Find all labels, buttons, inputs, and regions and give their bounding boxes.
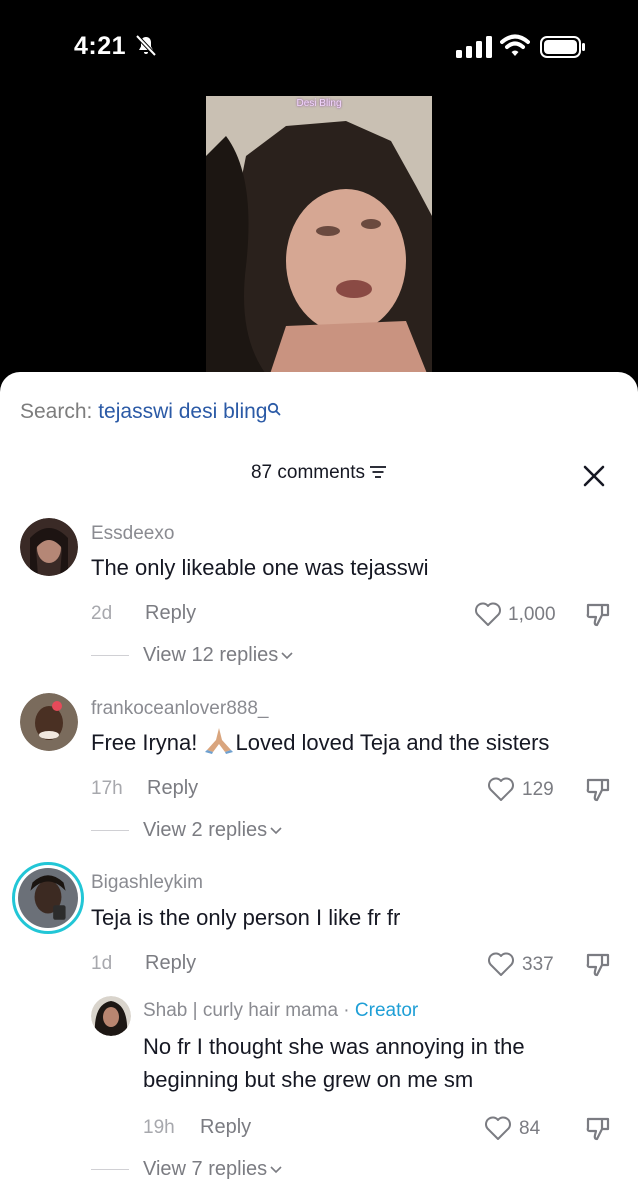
- avatar-image: [20, 518, 78, 576]
- comment-age: 1d: [91, 953, 113, 974]
- divider-line: [91, 655, 129, 657]
- video-player[interactable]: Desi Bling: [206, 96, 432, 386]
- sort-filter-icon[interactable]: [369, 465, 387, 479]
- comments-count-row: 87 comments: [0, 462, 638, 484]
- close-icon[interactable]: [582, 464, 606, 488]
- comment-age: 17h: [91, 778, 123, 799]
- comment-text: Teja is the only person I like fr fr: [91, 905, 401, 930]
- chevron-down-icon: [281, 652, 293, 659]
- view-replies-label: View 12 replies: [143, 644, 279, 666]
- search-query[interactable]: tejasswi desi bling: [98, 400, 267, 423]
- dislike-icon[interactable]: [584, 775, 612, 803]
- reply-username[interactable]: Shab | curly hair mama: [143, 1000, 338, 1021]
- avatar[interactable]: [91, 996, 131, 1036]
- search-suggestion[interactable]: Search: tejasswi desi bling: [20, 400, 281, 424]
- status-time: 4:21: [74, 32, 127, 60]
- reply-button[interactable]: Reply: [145, 952, 196, 975]
- avatar-image: [91, 996, 131, 1036]
- reply-button[interactable]: Reply: [147, 777, 198, 800]
- separator-dot: ·: [338, 1000, 355, 1021]
- comment-age: 2d: [91, 603, 113, 624]
- creator-badge: Creator: [354, 1000, 419, 1021]
- view-replies-link[interactable]: View 7 replies: [91, 1158, 282, 1181]
- video-caption: Desi Bling: [296, 98, 342, 109]
- comment-text-part: Free Iryna!: [91, 730, 204, 755]
- comments-count: 87 comments: [250, 462, 366, 483]
- comment-username[interactable]: frankoceanlover888_: [91, 698, 268, 720]
- avatar-image: [20, 693, 78, 751]
- reply-age: 19h: [143, 1117, 175, 1138]
- comment-text-part: Loved loved Teja and the sisters: [235, 730, 550, 755]
- avatar[interactable]: [20, 518, 78, 576]
- wifi-icon: [500, 34, 530, 56]
- comments-sheet: Search: tejasswi desi bling 87 comments …: [0, 372, 638, 1200]
- chevron-down-icon: [270, 827, 282, 834]
- dislike-icon[interactable]: [584, 600, 612, 628]
- view-replies-label: View 2 replies: [143, 819, 268, 841]
- view-replies-label: View 7 replies: [143, 1158, 268, 1180]
- status-bar: 4:21: [0, 0, 638, 96]
- avatar-image: [18, 868, 78, 928]
- cellular-signal-icon: [456, 36, 492, 58]
- search-icon: [268, 402, 281, 416]
- comment-text: Free Iryna! Loved loved Teja and the sis…: [91, 726, 549, 759]
- comment-text: The only likeable one was tejasswi: [91, 555, 429, 580]
- like-count: 337: [522, 954, 554, 975]
- heart-icon[interactable]: [484, 1115, 512, 1141]
- comment-username[interactable]: Bigashleykim: [91, 872, 203, 894]
- dislike-icon[interactable]: [584, 1114, 612, 1142]
- video-frame: [206, 96, 432, 386]
- bell-muted-icon: [135, 34, 157, 57]
- heart-icon[interactable]: [474, 601, 502, 627]
- view-replies-link[interactable]: View 12 replies: [91, 644, 293, 667]
- reply-button[interactable]: Reply: [200, 1116, 251, 1139]
- view-replies-link[interactable]: View 2 replies: [91, 819, 282, 842]
- comment-username[interactable]: Essdeexo: [91, 523, 174, 545]
- reply-text: No fr I thought she was annoying in the …: [143, 1030, 525, 1096]
- divider-line: [91, 1169, 129, 1171]
- reply-text-line: No fr I thought she was annoying in the: [143, 1034, 525, 1059]
- reply-item: Shab | curly hair mama · Creator No fr I…: [0, 996, 638, 1200]
- reply-button[interactable]: Reply: [145, 602, 196, 625]
- comment-item: Bigashleykim Teja is the only person I l…: [0, 862, 638, 982]
- like-count: 1,000: [508, 604, 556, 625]
- avatar[interactable]: [20, 693, 78, 751]
- divider-line: [91, 830, 129, 832]
- like-count: 129: [522, 779, 554, 800]
- search-label: Search:: [20, 400, 99, 423]
- like-count: 84: [519, 1118, 541, 1139]
- dislike-icon[interactable]: [584, 950, 612, 978]
- reply-username-row: Shab | curly hair mama · Creator: [143, 1000, 418, 1022]
- praying-hands-emoji-icon: [205, 728, 234, 754]
- comment-item: Essdeexo The only likeable one was tejas…: [0, 518, 638, 678]
- heart-icon[interactable]: [487, 776, 515, 802]
- heart-icon[interactable]: [487, 951, 515, 977]
- comment-item: frankoceanlover888_ Free Iryna! Loved lo…: [0, 693, 638, 853]
- chevron-down-icon: [270, 1166, 282, 1173]
- battery-icon: [540, 36, 585, 58]
- reply-text-line: beginning but she grew on me sm: [143, 1067, 474, 1092]
- avatar-with-story-ring[interactable]: [12, 862, 84, 934]
